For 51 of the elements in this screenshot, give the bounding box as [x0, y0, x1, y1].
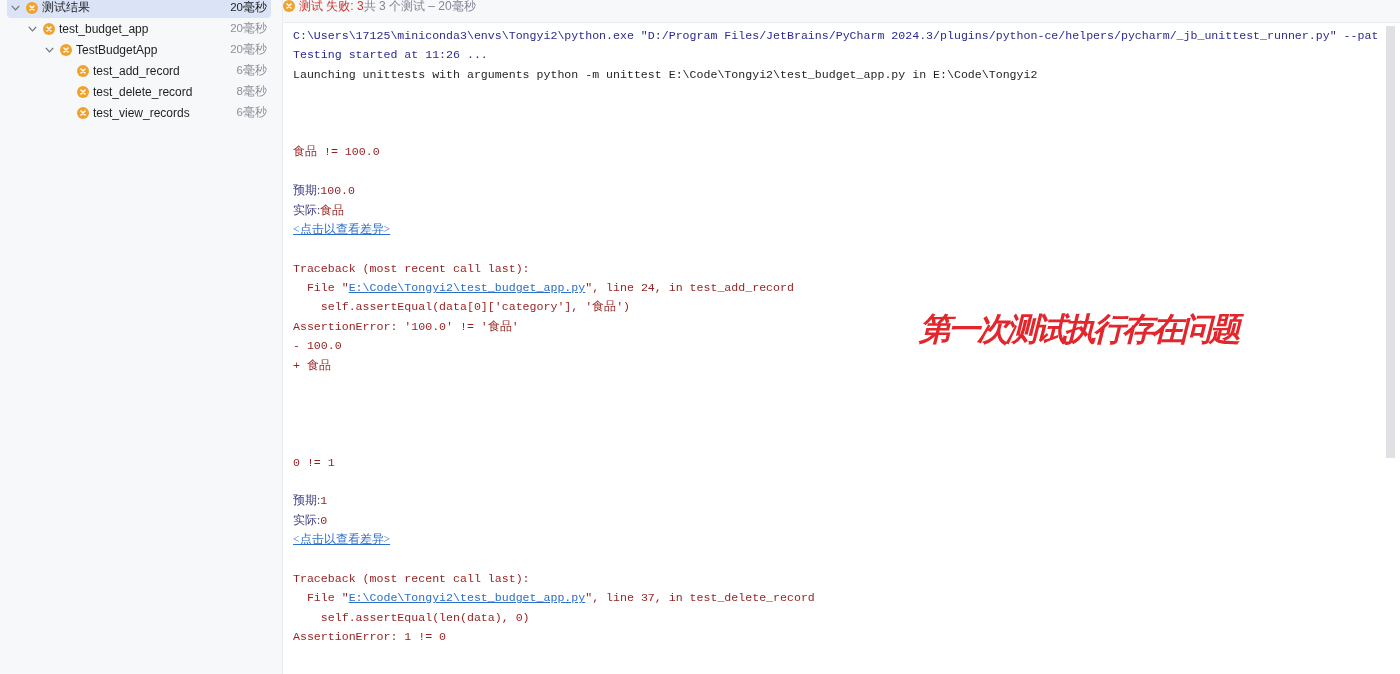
expected-value: 1 — [320, 494, 328, 508]
tree-item-label: test_delete_record — [93, 84, 194, 99]
diff-link[interactable]: <点击以查看差异> — [293, 533, 391, 547]
test-summary-text: 共 3 个测试 – 20毫秒 — [363, 0, 476, 13]
traceback-line: Traceback (most recent call last): — [293, 571, 530, 587]
tree-item[interactable]: 测试结果 20毫秒 — [7, 0, 271, 18]
error-line: - 100.0 — [293, 338, 342, 355]
traceback-line: File "E:\Code\Tongyi2\test_budget_app.py", line 37, in test_delete_record — [306, 590, 815, 607]
tree-item-label: test_view_records — [93, 105, 191, 120]
traceback-line: File "E:\Code\Tongyi2\test_budget_app.py", line 24, in test_add_record — [306, 280, 794, 297]
tree-item-label: test_add_record — [93, 63, 181, 78]
expected-label: 预期: — [293, 184, 321, 198]
actual-label: 实际: — [293, 203, 321, 217]
duration-text: 6毫秒 — [236, 63, 267, 78]
error-line: + 食品 — [293, 357, 331, 374]
test-result-text: 测试 失败: 3 — [299, 0, 364, 13]
traceback-code-line: self.assertEqual(data[0]['category'], '食品') — [320, 299, 631, 316]
expected-value: 100.0 — [320, 184, 356, 198]
console-line: C:\Users\17125\miniconda3\envs\Tongyi2\python.exe "D:/Program Files/JetBrains/PyCharm 2024.3/plugins/python-ce/helpers/pycharm/_jb_unittest_runner.py" --pat — [293, 28, 1379, 44]
console-line: Testing started at 11:26 ... — [293, 47, 488, 64]
duration-text: 8毫秒 — [236, 84, 267, 99]
tree-item-label: 测试结果 — [42, 0, 91, 16]
tree-item[interactable]: test_view_records 6毫秒 — [7, 102, 271, 123]
traceback-code-line: self.assertEqual(len(data), 0) — [320, 609, 530, 626]
error-line: AssertionError: 1 != 0 — [293, 629, 447, 646]
file-link[interactable]: E:\Code\Tongyi2\test_budget_app.py — [348, 591, 586, 605]
tree-item[interactable]: test_add_record 6毫秒 — [7, 60, 271, 81]
console-line: Launching unittests with arguments python -m unittest E:\Code\Tongyi2\test_budget_app.py in E:\Code\Tongyi2 — [293, 66, 1038, 83]
actual-value: 0 — [320, 513, 328, 527]
tree-item[interactable]: TestBudgetApp 20毫秒 — [7, 39, 271, 60]
file-link[interactable]: E:\Code\Tongyi2\test_budget_app.py — [348, 281, 586, 295]
chevron-down-icon[interactable] — [44, 46, 54, 53]
duration-text: 20毫秒 — [230, 21, 267, 36]
assertion-message: 食品 != 100.0 — [293, 144, 380, 161]
duration-text: 6毫秒 — [236, 105, 267, 120]
duration-text: 20毫秒 — [230, 0, 267, 15]
error-line: AssertionError: '100.0' != '食品' — [293, 318, 519, 335]
assertion-message: 0 != 1 — [293, 454, 335, 471]
diff-link[interactable]: <点击以查看差异> — [293, 222, 391, 236]
tree-item[interactable]: test_budget_app 20毫秒 — [7, 18, 271, 39]
expected-label: 预期: — [293, 494, 321, 508]
chevron-down-icon[interactable] — [27, 25, 37, 32]
chevron-down-icon[interactable] — [10, 4, 20, 11]
duration-text: 20毫秒 — [230, 42, 267, 57]
tree-item-label: test_budget_app — [59, 21, 150, 36]
scrollbar-thumb[interactable] — [1386, 26, 1395, 458]
actual-value: 食品 — [320, 203, 345, 217]
tree-item[interactable]: test_delete_record 8毫秒 — [7, 81, 271, 102]
traceback-line: Traceback (most recent call last): — [293, 260, 530, 277]
tree-item-label: TestBudgetApp — [76, 42, 159, 57]
actual-label: 实际: — [293, 513, 321, 527]
